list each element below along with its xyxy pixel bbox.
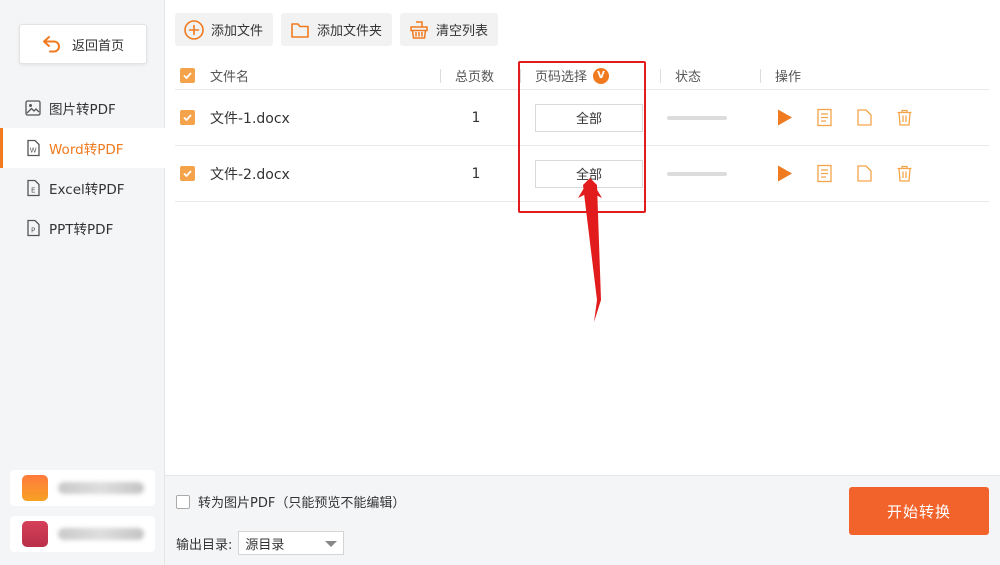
page-range-value: 全部 xyxy=(535,159,643,188)
clear-list-label: 清空列表 xyxy=(436,24,489,39)
page-count: 1 xyxy=(471,165,481,182)
clear-list-button[interactable]: 清空列表 xyxy=(400,13,499,46)
table-row: 文件-1.docx 1 全部 xyxy=(175,90,989,146)
page-range-select[interactable]: 全部 xyxy=(535,146,643,201)
sidebar-item-label: Word转PDF xyxy=(49,142,124,158)
delete-button[interactable] xyxy=(895,164,914,183)
convert-play-button[interactable] xyxy=(775,164,794,183)
document-icon xyxy=(817,164,832,183)
sidebar-item-label: PPT转PDF xyxy=(49,222,114,238)
start-convert-button[interactable]: 开始转换 xyxy=(849,487,989,535)
sidebar-item-excel-to-pdf[interactable]: E Excel转PDF xyxy=(0,168,165,208)
open-folder-button[interactable] xyxy=(855,164,874,183)
blurred-text xyxy=(58,528,144,540)
file-table: 文件名 总页数 页码选择 V 状态 操作 文件-1.docx 1 全部 文件-2… xyxy=(175,62,989,202)
header-page-range-label: 页码选择 xyxy=(535,70,588,85)
page-count: 1 xyxy=(471,109,481,126)
status-progress xyxy=(667,146,727,201)
folder-icon xyxy=(291,22,309,38)
check-icon xyxy=(183,170,192,178)
image-pdf-label: 转为图片PDF（只能预览不能编辑） xyxy=(198,496,406,511)
status-progress xyxy=(667,90,727,145)
check-icon xyxy=(183,72,192,80)
column-divider xyxy=(660,69,661,83)
blurred-text xyxy=(58,482,144,494)
row-operations xyxy=(775,146,914,201)
file-name: 文件-2.docx xyxy=(210,166,290,183)
back-arrow-icon xyxy=(42,36,60,53)
delete-button[interactable] xyxy=(895,108,914,127)
basket-icon xyxy=(410,20,428,39)
output-dir-select[interactable]: 源目录 xyxy=(238,531,345,555)
sidebar-item-word-to-pdf[interactable]: W Word转PDF xyxy=(0,128,165,168)
output-dir-value: 源目录 xyxy=(245,537,285,553)
file-name: 文件-1.docx xyxy=(210,110,290,127)
output-dir-label: 输出目录: xyxy=(176,537,233,553)
sidebar-item-label: 图片转PDF xyxy=(49,102,116,118)
convert-play-button[interactable] xyxy=(775,108,794,127)
vip-badge-icon: V xyxy=(593,67,610,84)
row-operations xyxy=(775,90,914,145)
table-header: 文件名 总页数 页码选择 V 状态 操作 xyxy=(175,62,989,90)
file-icon xyxy=(857,109,872,126)
select-all-checkbox[interactable] xyxy=(180,62,195,89)
trash-icon xyxy=(897,109,912,126)
table-row: 文件-2.docx 1 全部 xyxy=(175,146,989,202)
header-filename: 文件名 xyxy=(210,70,250,85)
sidebar-nav: 图片转PDF W Word转PDF E Excel转PDF P PPT转PDF xyxy=(0,88,165,248)
page-range-select[interactable]: 全部 xyxy=(535,90,643,145)
preview-button[interactable] xyxy=(815,108,834,127)
excel-file-icon: E xyxy=(27,179,40,197)
bottom-bar: 转为图片PDF（只能预览不能编辑） 输出目录: 源目录 开始转换 xyxy=(165,475,1000,565)
ppt-file-icon: P xyxy=(27,219,40,237)
file-icon xyxy=(857,165,872,182)
column-divider xyxy=(440,69,441,83)
svg-text:P: P xyxy=(31,227,35,235)
column-divider xyxy=(760,69,761,83)
back-home-button[interactable]: 返回首页 xyxy=(19,24,147,64)
sidebar-item-label: Excel转PDF xyxy=(49,182,125,198)
svg-text:W: W xyxy=(30,147,37,155)
row-checkbox[interactable] xyxy=(180,146,195,201)
add-folder-button[interactable]: 添加文件夹 xyxy=(281,13,393,46)
toolbar: 添加文件 添加文件夹 清空列表 xyxy=(175,13,499,46)
row-checkbox[interactable] xyxy=(180,90,195,145)
sidebar-item-image-to-pdf[interactable]: 图片转PDF xyxy=(0,88,165,128)
convert-to-image-pdf-option[interactable]: 转为图片PDF（只能预览不能编辑） xyxy=(176,492,405,511)
app-logo-icon xyxy=(22,475,48,501)
preview-button[interactable] xyxy=(815,164,834,183)
sidebar-item-ppt-to-pdf[interactable]: P PPT转PDF xyxy=(0,208,165,248)
play-icon xyxy=(778,165,792,182)
trash-icon xyxy=(897,165,912,182)
output-directory: 输出目录: 源目录 xyxy=(176,531,345,555)
promo-banner-2[interactable] xyxy=(10,516,155,552)
header-status: 状态 xyxy=(675,70,702,85)
plus-circle-icon xyxy=(184,19,204,40)
chevron-down-icon xyxy=(325,541,338,547)
back-home-label: 返回首页 xyxy=(71,38,124,54)
play-icon xyxy=(778,109,792,126)
sidebar: 返回首页 图片转PDF W Word转PDF E Excel转PDF P PPT… xyxy=(0,0,165,565)
header-operations: 操作 xyxy=(775,70,802,85)
column-divider xyxy=(520,69,521,83)
document-icon xyxy=(817,108,832,127)
word-file-icon: W xyxy=(27,139,40,157)
header-page-range[interactable]: 页码选择 V xyxy=(535,62,610,89)
image-pdf-checkbox[interactable] xyxy=(176,494,190,509)
add-file-button[interactable]: 添加文件 xyxy=(175,13,274,46)
image-file-icon xyxy=(25,100,41,116)
add-folder-label: 添加文件夹 xyxy=(317,24,383,39)
check-icon xyxy=(183,114,192,122)
open-folder-button[interactable] xyxy=(855,108,874,127)
add-file-label: 添加文件 xyxy=(211,24,264,39)
promo-banner-1[interactable] xyxy=(10,470,155,506)
app-logo-icon xyxy=(22,521,48,547)
page-range-value: 全部 xyxy=(535,103,643,132)
header-total-pages: 总页数 xyxy=(455,70,495,85)
svg-text:E: E xyxy=(31,187,35,195)
